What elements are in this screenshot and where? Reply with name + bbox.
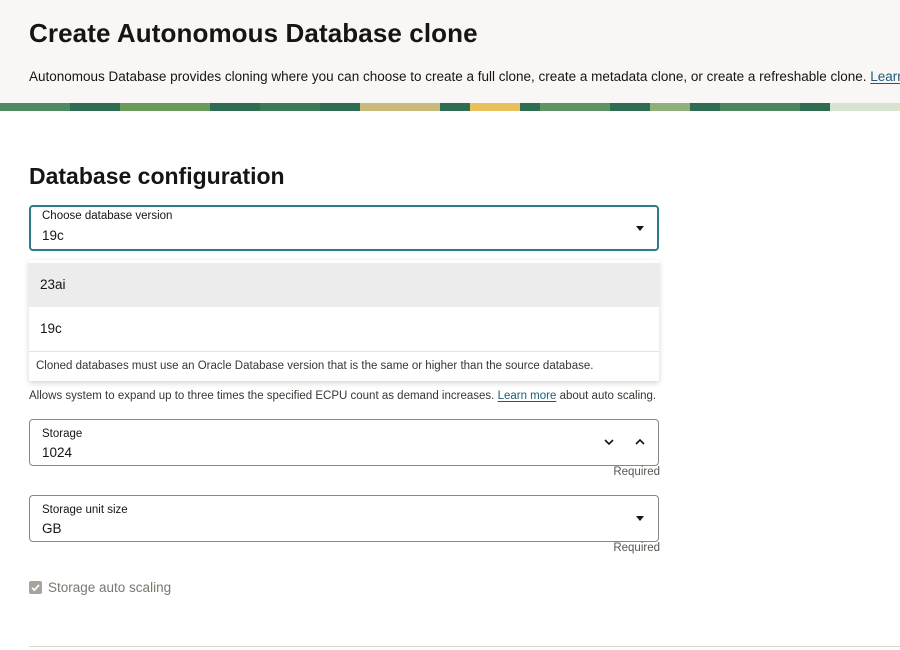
storage-unit-value: GB bbox=[42, 521, 62, 536]
chevron-up-icon[interactable] bbox=[632, 434, 648, 450]
decorative-banner bbox=[0, 103, 900, 111]
check-icon bbox=[31, 584, 40, 592]
description-text: Autonomous Database provides cloning whe… bbox=[29, 69, 867, 84]
auto-scaling-help-text: Allows system to expand up to three time… bbox=[29, 390, 495, 402]
option-23ai[interactable]: 23ai bbox=[29, 263, 659, 307]
learn-more-link[interactable]: Learn more bbox=[870, 69, 900, 84]
storage-required: Required bbox=[613, 466, 660, 478]
chevron-down-icon[interactable] bbox=[601, 434, 617, 450]
storage-unit-label: Storage unit size bbox=[42, 504, 128, 516]
storage-label: Storage bbox=[42, 428, 83, 440]
caret-down-icon bbox=[636, 226, 644, 231]
auto-scaling-learn-more-link[interactable]: Learn more bbox=[498, 390, 557, 402]
storage-unit-select[interactable]: Storage unit size GB bbox=[29, 495, 659, 542]
database-version-select[interactable]: Choose database version 19c bbox=[29, 205, 659, 251]
auto-scaling-help: Allows system to expand up to three time… bbox=[29, 390, 656, 402]
storage-value: 1024 bbox=[42, 445, 73, 460]
storage-auto-scaling-checkbox[interactable] bbox=[29, 581, 42, 594]
storage-stepper[interactable]: Storage 1024 bbox=[29, 419, 659, 466]
database-version-value: 19c bbox=[42, 228, 64, 243]
storage-unit-required: Required bbox=[613, 542, 660, 554]
section-divider bbox=[29, 646, 900, 647]
database-version-dropdown: 23ai 19c Cloned databases must use an Or… bbox=[29, 260, 659, 381]
option-19c[interactable]: 19c bbox=[29, 307, 659, 351]
auto-scaling-help-suffix: about auto scaling. bbox=[559, 390, 657, 402]
section-title: Database configuration bbox=[29, 163, 285, 189]
page-header: Create Autonomous Database clone Autonom… bbox=[0, 0, 900, 103]
page-description: Autonomous Database provides cloning whe… bbox=[29, 69, 900, 84]
database-version-help: Cloned databases must use an Oracle Data… bbox=[29, 351, 659, 381]
database-version-label: Choose database version bbox=[42, 210, 173, 222]
hidden-help-text bbox=[29, 251, 549, 260]
caret-down-icon bbox=[636, 516, 644, 521]
storage-auto-scaling-label: Storage auto scaling bbox=[48, 580, 172, 595]
clone-page: Create Autonomous Database clone Autonom… bbox=[0, 0, 900, 650]
page-title: Create Autonomous Database clone bbox=[29, 18, 478, 48]
